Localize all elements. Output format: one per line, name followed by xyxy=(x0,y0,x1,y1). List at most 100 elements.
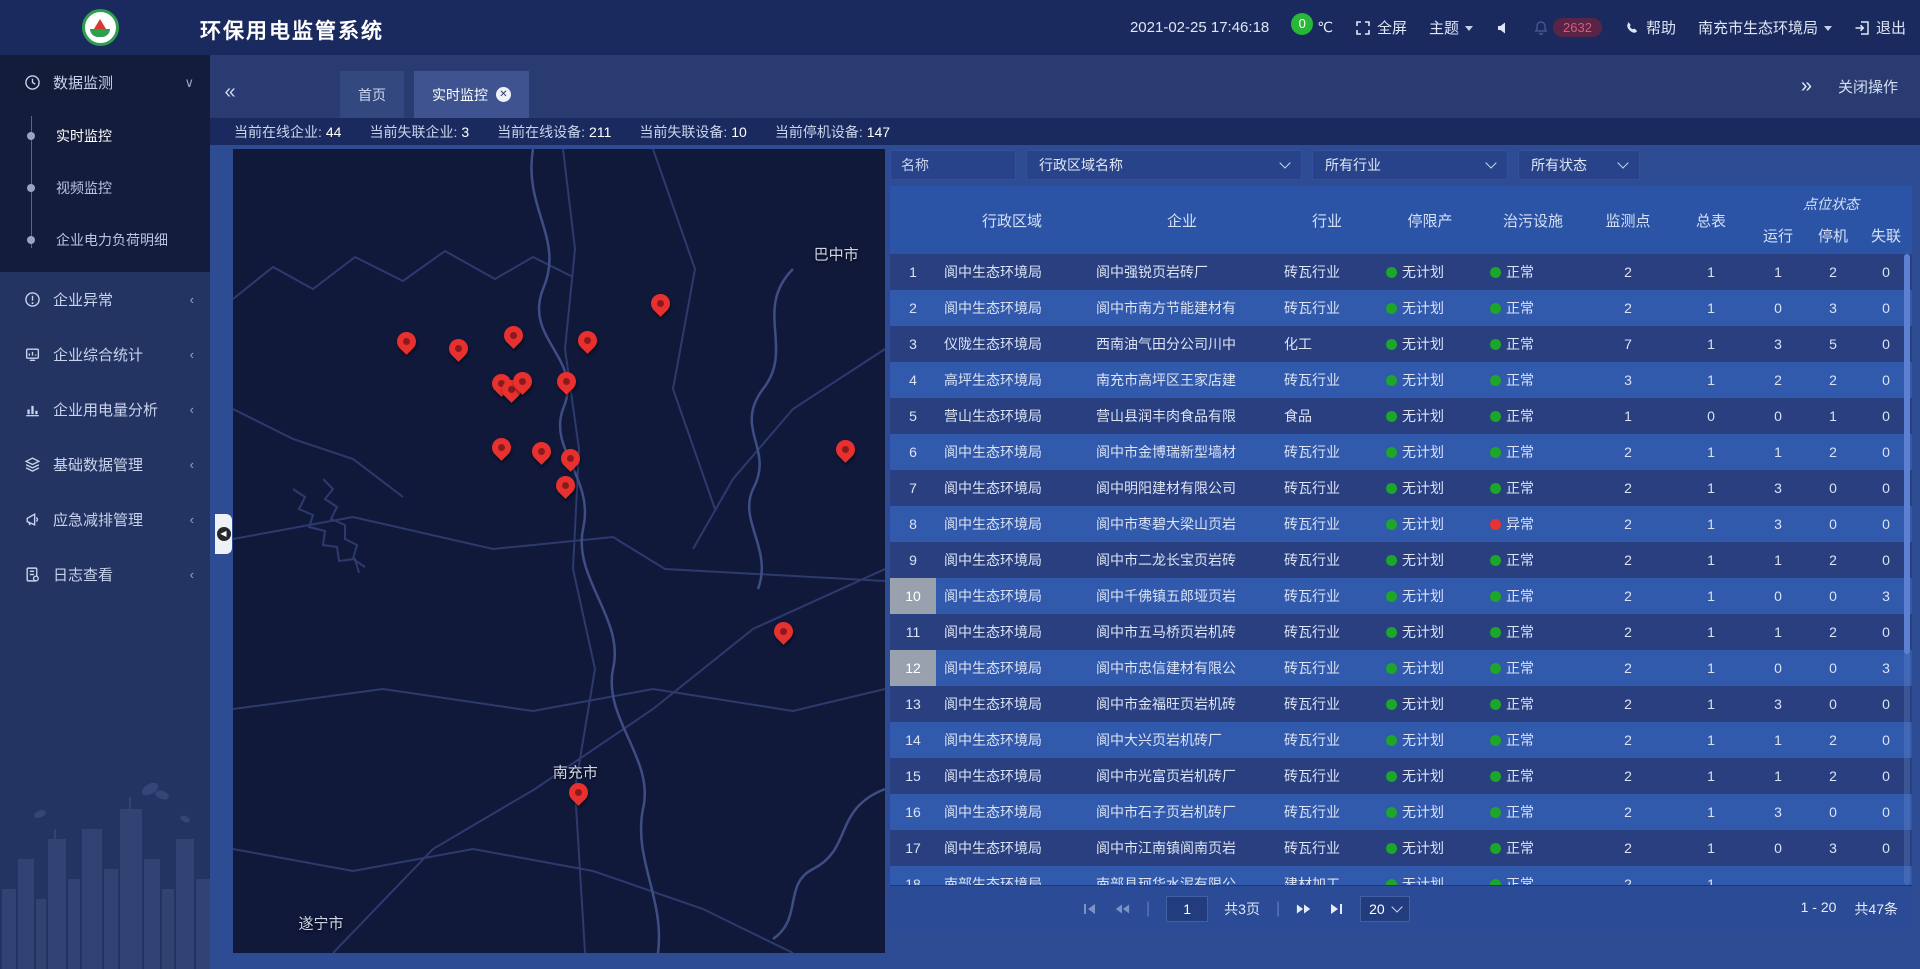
sidebar-item-2[interactable]: 企业综合统计 ‹ xyxy=(0,327,210,382)
sidebar-item-5[interactable]: 应急减排管理 ‹ xyxy=(0,492,210,547)
map-pin-icon[interactable] xyxy=(449,339,468,358)
sidebar-collapse-handle[interactable]: ◀ xyxy=(215,514,232,554)
table-row[interactable]: 14 阆中生态环境局 阆中大兴页岩机砖厂 砖瓦行业 无计划 正常 2 1 1 2… xyxy=(890,722,1912,758)
cell-total-meter: 1 xyxy=(1672,326,1750,362)
scroll-tabs-right-icon[interactable]: » xyxy=(1801,75,1812,98)
table-row[interactable]: 18 南部生态环境局 南部县珂华水泥有限公 建材加工 无计划 正常 2 1 xyxy=(890,866,1912,885)
table-row[interactable]: 15 阆中生态环境局 阆中市光富页岩机砖厂 砖瓦行业 无计划 正常 2 1 1 … xyxy=(890,758,1912,794)
sidebar-item-4[interactable]: 基础数据管理 ‹ xyxy=(0,437,210,492)
page-size-select[interactable]: 20 xyxy=(1360,896,1410,922)
table-row[interactable]: 2 阆中生态环境局 阆中市南方节能建材有 砖瓦行业 无计划 正常 2 1 0 3… xyxy=(890,290,1912,326)
table-row[interactable]: 7 阆中生态环境局 阆中明阳建材有限公司 砖瓦行业 无计划 正常 2 1 3 0… xyxy=(890,470,1912,506)
table-row[interactable]: 11 阆中生态环境局 阆中市五马桥页岩机砖 砖瓦行业 无计划 正常 2 1 1 … xyxy=(890,614,1912,650)
cell-seq: 10 xyxy=(890,578,936,614)
first-page-button[interactable] xyxy=(1082,902,1098,916)
sidebar-subitem[interactable]: 视频监控 xyxy=(0,162,210,214)
production-label: 无计划 xyxy=(1402,550,1444,570)
cell-total-meter: 1 xyxy=(1672,290,1750,326)
table-scrollbar[interactable] xyxy=(1904,254,1910,885)
table-row[interactable]: 3 仪陇生态环境局 西南油气田分公司川中 化工 无计划 正常 7 1 3 5 0 xyxy=(890,326,1912,362)
page-number-input[interactable] xyxy=(1166,896,1208,922)
map-pin-icon[interactable] xyxy=(492,438,511,457)
next-page-button[interactable] xyxy=(1296,902,1312,916)
notification-area[interactable]: 2632 xyxy=(1533,18,1602,37)
status-item-value: 211 xyxy=(589,124,611,140)
table-row[interactable]: 8 阆中生态环境局 阆中市枣碧大梁山页岩 砖瓦行业 无计划 异常 2 1 3 0… xyxy=(890,506,1912,542)
sidebar-subitem[interactable]: 实时监控 xyxy=(0,110,210,162)
theme-dropdown[interactable]: 主题 xyxy=(1429,17,1473,38)
scrollbar-thumb[interactable] xyxy=(1904,254,1910,654)
facility-label: 正常 xyxy=(1506,550,1534,570)
table-row[interactable]: 1 阆中生态环境局 阆中强锐页岩砖厂 砖瓦行业 无计划 正常 2 1 1 2 0 xyxy=(890,254,1912,290)
sidebar-submenu: 实时监控 视频监控 企业电力负荷明细 xyxy=(0,110,210,266)
facility-label: 正常 xyxy=(1506,586,1534,606)
last-page-button[interactable] xyxy=(1328,902,1344,916)
cell-seq: 1 xyxy=(890,254,936,290)
cell-facility-status: 正常 xyxy=(1482,470,1584,506)
sidebar-item-0[interactable]: 数据监测 ∨ xyxy=(0,55,210,110)
table-row[interactable]: 17 阆中生态环境局 阆中市江南镇阆南页岩 砖瓦行业 无计划 正常 2 1 0 … xyxy=(890,830,1912,866)
map-pin-icon[interactable] xyxy=(651,294,670,313)
notification-badge[interactable]: 2632 xyxy=(1553,18,1602,37)
table-row[interactable]: 9 阆中生态环境局 阆中市二龙长宝页岩砖 砖瓦行业 无计划 正常 2 1 1 2… xyxy=(890,542,1912,578)
cell-seq: 13 xyxy=(890,686,936,722)
status-dot xyxy=(1490,339,1501,350)
region-select[interactable]: 行政区域名称 xyxy=(1026,150,1302,180)
mute-button[interactable] xyxy=(1495,20,1511,36)
map-pin-icon[interactable] xyxy=(578,331,597,350)
tab-0[interactable]: 首页 xyxy=(340,71,404,118)
cell-company: 阆中千佛镇五郎垭页岩 xyxy=(1088,578,1276,614)
table-row[interactable]: 12 阆中生态环境局 阆中市忠信建材有限公 砖瓦行业 无计划 正常 2 1 0 … xyxy=(890,650,1912,686)
sidebar-item-6[interactable]: 日志查看 ‹ xyxy=(0,547,210,602)
logout-button[interactable]: 退出 xyxy=(1854,17,1906,38)
table-row[interactable]: 5 营山生态环境局 营山县润丰肉食品有限 食品 无计划 正常 1 0 0 1 0 xyxy=(890,398,1912,434)
cell-monitor-count: 2 xyxy=(1584,434,1672,470)
temperature-unit: ℃ xyxy=(1317,19,1333,36)
cell-region: 阆中生态环境局 xyxy=(936,434,1088,470)
table-row[interactable]: 10 阆中生态环境局 阆中千佛镇五郎垭页岩 砖瓦行业 无计划 正常 2 1 0 … xyxy=(890,578,1912,614)
close-operations-button[interactable]: 关闭操作 xyxy=(1838,76,1898,97)
cell-facility-status: 正常 xyxy=(1482,614,1584,650)
sidebar-subitem[interactable]: 企业电力负荷明细 xyxy=(0,214,210,266)
cell-facility-status: 正常 xyxy=(1482,434,1584,470)
cell-stop-count: 2 xyxy=(1806,254,1860,290)
map-canvas[interactable]: 巴中市 南充市 遂宁市 xyxy=(233,149,885,953)
fullscreen-button[interactable]: 全屏 xyxy=(1355,17,1407,38)
status-dot xyxy=(1386,375,1397,386)
cell-production-status: 无计划 xyxy=(1378,326,1482,362)
production-label: 无计划 xyxy=(1402,514,1444,534)
total-pages-label: 共3页 xyxy=(1224,899,1260,919)
map-pin-icon[interactable] xyxy=(556,476,575,495)
cell-facility-status: 正常 xyxy=(1482,686,1584,722)
industry-select[interactable]: 所有行业 xyxy=(1312,150,1508,180)
map-pin-icon[interactable] xyxy=(504,326,523,345)
previous-page-button[interactable] xyxy=(1114,902,1130,916)
tab-1[interactable]: 实时监控 ✕ xyxy=(414,71,529,118)
help-button[interactable]: 帮助 xyxy=(1624,17,1676,38)
map-pin-icon[interactable] xyxy=(561,449,580,468)
map-pin-icon[interactable] xyxy=(836,440,855,459)
sidebar: 数据监测 ∨ 实时监控 视频监控 企业电力负荷明细 企业异常 ‹ 企业综合统计 … xyxy=(0,55,210,969)
map-pin-icon[interactable] xyxy=(569,783,588,802)
map-pin-icon[interactable] xyxy=(774,622,793,641)
sidebar-item-1[interactable]: 企业异常 ‹ xyxy=(0,272,210,327)
table-row[interactable]: 4 高坪生态环境局 南充市高坪区王家店建 砖瓦行业 无计划 正常 3 1 2 2… xyxy=(890,362,1912,398)
chevron-left-icon: ◀ xyxy=(217,527,231,541)
scroll-tabs-left-icon[interactable]: « xyxy=(216,77,244,107)
cell-company: 阆中市江南镇阆南页岩 xyxy=(1088,830,1276,866)
sidebar-item-3[interactable]: 企业用电量分析 ‹ xyxy=(0,382,210,437)
table-row[interactable]: 16 阆中生态环境局 阆中市石子页岩机砖厂 砖瓦行业 无计划 正常 2 1 3 … xyxy=(890,794,1912,830)
table-row[interactable]: 6 阆中生态环境局 阆中市金博瑞新型墙材 砖瓦行业 无计划 正常 2 1 1 2… xyxy=(890,434,1912,470)
map-pin-icon[interactable] xyxy=(532,442,551,461)
map-pin-icon[interactable] xyxy=(513,372,532,391)
company-name-input[interactable] xyxy=(890,150,1016,180)
facility-label: 正常 xyxy=(1506,838,1534,858)
org-dropdown[interactable]: 南充市生态环境局 xyxy=(1698,17,1832,38)
map-pin-icon[interactable] xyxy=(397,332,416,351)
map-pin-icon[interactable] xyxy=(557,372,576,391)
tab-close-icon[interactable]: ✕ xyxy=(496,87,511,102)
status-select[interactable]: 所有状态 xyxy=(1518,150,1640,180)
table-row[interactable]: 13 阆中生态环境局 阆中市金福旺页岩机砖 砖瓦行业 无计划 正常 2 1 3 … xyxy=(890,686,1912,722)
status-dot xyxy=(1490,267,1501,278)
production-label: 无计划 xyxy=(1402,334,1444,354)
